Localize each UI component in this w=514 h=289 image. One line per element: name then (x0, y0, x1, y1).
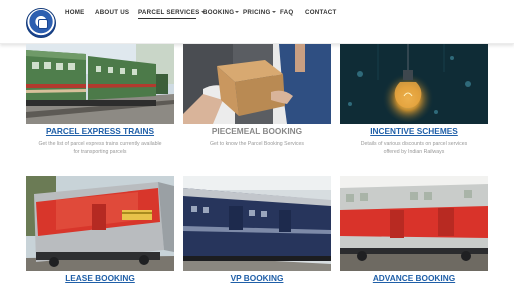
light-bulb-image (340, 44, 488, 124)
card-description: Get the list of parcel express trains cu… (26, 140, 174, 156)
red-van-photo[interactable] (340, 176, 488, 271)
card-title[interactable]: ADVANCE BOOKING (340, 273, 488, 283)
site-header: HOME ABOUT US PARCEL SERVICES BOOKING PR… (0, 0, 514, 44)
card-description-line: Get the list of parcel express trains cu… (38, 141, 162, 147)
nav-pricing[interactable]: PRICING (243, 9, 276, 16)
nav-parcel-services-label: PARCEL SERVICES (138, 9, 200, 16)
card-title[interactable]: VP BOOKING (183, 273, 331, 283)
nav-booking-label: BOOKING (203, 9, 235, 16)
parcel-handover-image (183, 44, 331, 124)
card-title[interactable]: LEASE BOOKING (26, 273, 174, 283)
nav-contact[interactable]: CONTACT (305, 9, 337, 16)
card-title[interactable]: PIECEMEAL BOOKING (183, 126, 331, 136)
train-photo-image (26, 44, 174, 124)
red-coach-photo[interactable] (26, 176, 174, 271)
nav-about-us[interactable]: ABOUT US (95, 9, 129, 16)
light-bulb-photo[interactable] (340, 44, 488, 124)
train-photo[interactable] (26, 44, 174, 124)
red-coach-image (26, 176, 174, 271)
card-description: Details of various discounts on parcel s… (340, 140, 488, 156)
nav-parcel-services[interactable]: PARCEL SERVICES (138, 9, 205, 16)
nav-pricing-label: PRICING (243, 9, 271, 16)
card-description-line: for transporting parcels (73, 149, 127, 155)
chevron-down-icon (271, 11, 276, 13)
nav-booking[interactable]: BOOKING (203, 9, 240, 16)
indian-railways-logo[interactable] (26, 8, 56, 38)
red-van-image (340, 176, 488, 271)
card-description: Get to know the Parcel Booking Services (183, 140, 331, 148)
parcel-handover-photo[interactable] (183, 44, 331, 124)
card-title[interactable]: INCENTIVE SCHEMES (340, 126, 488, 136)
blue-van-photo[interactable] (183, 176, 331, 271)
nav-home[interactable]: HOME (65, 9, 85, 16)
card-description-line: offered by Indian Railways (383, 149, 445, 155)
blue-van-image (183, 176, 331, 271)
nav-faq[interactable]: FAQ (280, 9, 293, 16)
card-description-line: Get to know the Parcel Booking Services (210, 141, 304, 147)
chevron-down-icon (235, 11, 240, 13)
card-title[interactable]: PARCEL EXPRESS TRAINS (26, 126, 174, 136)
nav-active-indicator (138, 18, 196, 19)
card-description-line: Details of various discounts on parcel s… (360, 141, 468, 147)
